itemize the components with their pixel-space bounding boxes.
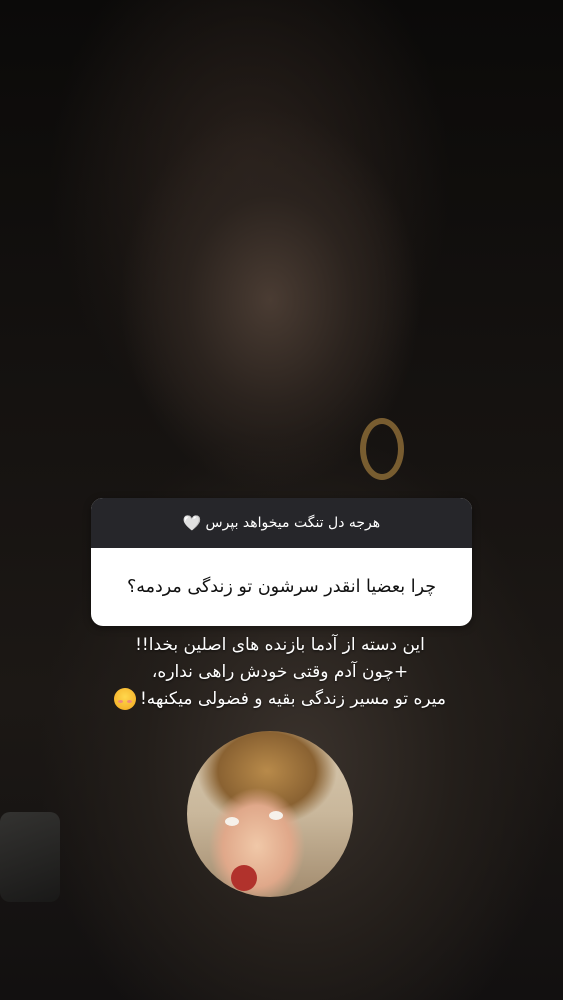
sticker-eye <box>225 817 239 826</box>
wristwatch-decoration <box>0 812 60 902</box>
surprised-child-sticker[interactable] <box>187 731 353 897</box>
sticker-mouth <box>231 865 257 891</box>
heart-icon: 🤍 <box>182 514 202 532</box>
question-text: چرا بعضیا انقدر سرشون تو زندگی مردمه؟ <box>126 577 437 597</box>
answer-line: این دسته از آدما بازنده های اصلین بخدا!! <box>135 635 425 655</box>
answer-text-block: این دسته از آدما بازنده های اصلین بخدا!!… <box>70 632 490 713</box>
question-prompt-header: هرجه دل تنگت میخواهد بپرس 🤍 <box>91 498 472 548</box>
answer-line-with-emoji: میره تو مسیر زندگی بقیه و فضولی میکنهه! <box>70 686 490 713</box>
answer-line: +چون آدم وقتی خودش راهی نداره، <box>151 662 409 682</box>
question-sticker[interactable]: هرجه دل تنگت میخواهد بپرس 🤍 چرا بعضیا ان… <box>91 498 472 626</box>
question-body: چرا بعضیا انقدر سرشون تو زندگی مردمه؟ <box>91 548 472 626</box>
sticker-eye <box>269 811 283 820</box>
smiling-face-icon <box>113 688 136 710</box>
answer-line: میره تو مسیر زندگی بقیه و فضولی میکنهه! <box>139 689 447 709</box>
question-prompt: هرجه دل تنگت میخواهد بپرس <box>205 515 381 531</box>
earring-decoration <box>360 418 404 480</box>
